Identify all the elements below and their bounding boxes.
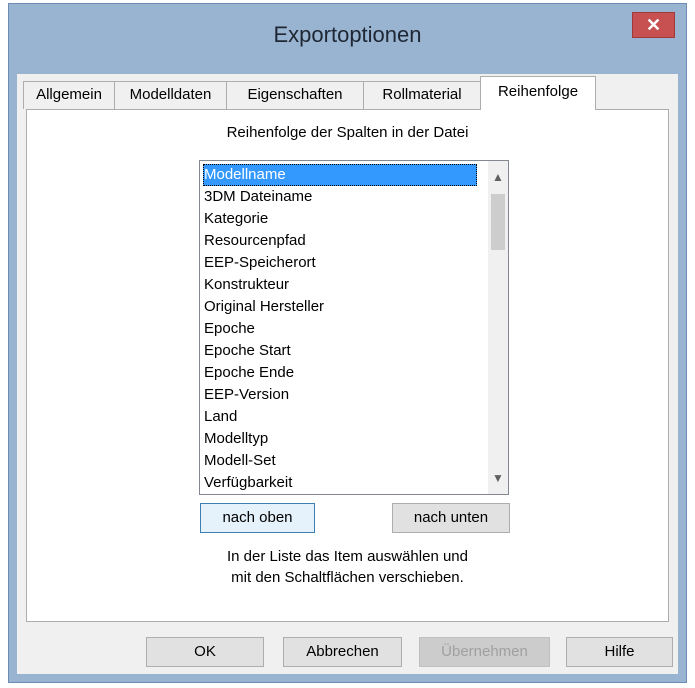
tab-eigenschaften[interactable]: Eigenschaften (226, 81, 364, 109)
tab-label: Rollmaterial (382, 86, 462, 103)
list-item[interactable]: EEP-Version (203, 384, 289, 406)
move-down-button[interactable]: nach unten (392, 503, 510, 533)
list-item[interactable]: EEP-Speicherort (203, 252, 316, 274)
tab-rollmaterial[interactable]: Rollmaterial (363, 81, 481, 109)
chevron-down-icon[interactable]: ▼ (488, 468, 508, 488)
list-item[interactable]: Epoche Ende (203, 362, 294, 384)
tab-label: Allgemein (36, 86, 102, 103)
list-item[interactable]: Epoche (203, 318, 255, 340)
list-item[interactable]: Epoche Start (203, 340, 291, 362)
close-button[interactable]: ✕ (632, 12, 675, 38)
tab-label: Reihenfolge (497, 83, 579, 100)
column-order-list[interactable]: Modellname 3DM Dateiname Kategorie Resou… (199, 160, 509, 495)
list-item[interactable]: Verfügbarkeit (203, 472, 292, 494)
tab-label: Modelldaten (129, 86, 212, 103)
tab-modelldaten[interactable]: Modelldaten (114, 81, 227, 109)
hint-line-2: mit den Schaltflächen verschieben. (231, 569, 464, 586)
list-item[interactable]: Original Hersteller (203, 296, 324, 318)
hint-line-1: In der Liste das Item auswählen und (227, 548, 468, 565)
list-item[interactable]: Resourcenpfad (203, 230, 306, 252)
tab-panel-reihenfolge: Reihenfolge der Spalten in der Datei Mod… (26, 109, 669, 622)
tab-reihenfolge[interactable]: Reihenfolge (480, 76, 596, 110)
hint-text: In der Liste das Item auswählen und mit … (27, 546, 668, 588)
dialog-client: Allgemein Modelldaten Eigenschaften Roll… (17, 74, 678, 674)
panel-heading: Reihenfolge der Spalten in der Datei (226, 124, 469, 141)
list-item[interactable]: Kategorie (203, 208, 268, 230)
list-item[interactable]: Konstrukteur (203, 274, 289, 296)
dialog-window: Exportoptionen ✕ Allgemein Modelldaten E… (8, 3, 687, 683)
list-item[interactable]: Modelltyp (203, 428, 268, 450)
chevron-up-icon[interactable]: ▲ (488, 167, 508, 187)
window-title: Exportoptionen (273, 22, 422, 47)
title-bar[interactable]: Exportoptionen ✕ (9, 4, 686, 74)
tab-allgemein[interactable]: Allgemein (23, 81, 115, 109)
help-button[interactable]: Hilfe (566, 637, 673, 667)
list-item[interactable]: Modell-Set (203, 450, 276, 472)
list-item[interactable]: Land (203, 406, 237, 428)
list-item-selected[interactable]: Modellname (203, 164, 477, 186)
move-up-button[interactable]: nach oben (200, 503, 315, 533)
cancel-button[interactable]: Abbrechen (283, 637, 402, 667)
ok-button[interactable]: OK (146, 637, 264, 667)
list-item[interactable]: 3DM Dateiname (203, 186, 312, 208)
scrollbar-thumb[interactable] (491, 194, 505, 250)
close-icon: ✕ (645, 15, 662, 35)
tab-label: Eigenschaften (247, 86, 343, 103)
apply-button[interactable]: Übernehmen (419, 637, 550, 667)
list-scrollbar[interactable]: ▲ ▼ (488, 161, 508, 494)
